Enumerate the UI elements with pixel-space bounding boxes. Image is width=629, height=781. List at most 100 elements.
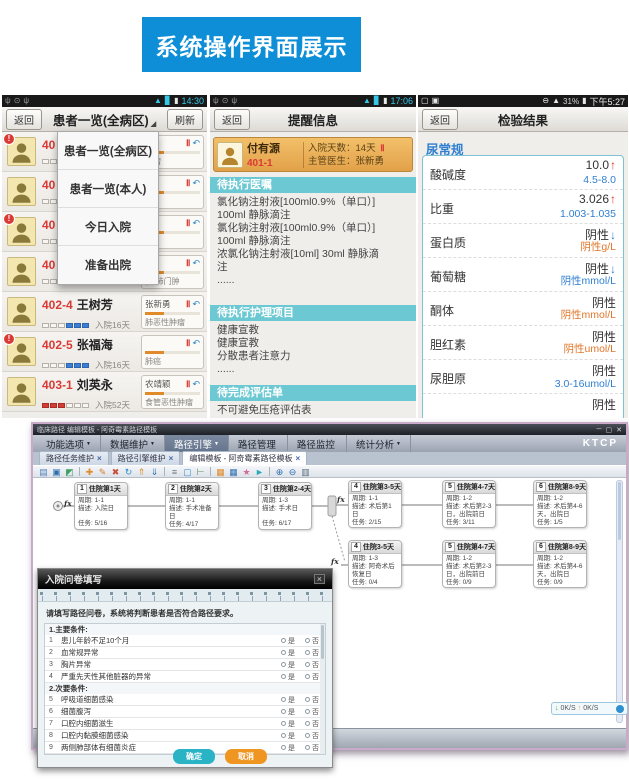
pathway-node[interactable]: 5住院第4-7天 周期: 1-2描述: 术后第2-3日，出院前日任务: 0/9 [442, 540, 496, 588]
yes-radio[interactable] [281, 662, 286, 667]
move-up-icon[interactable]: ⇑ [135, 466, 148, 478]
no-radio[interactable] [305, 674, 310, 679]
tree-icon[interactable]: ⊢ [194, 466, 207, 478]
yes-radio[interactable] [281, 650, 286, 655]
grid-edit-icon[interactable]: ▦ [227, 466, 240, 478]
pathway-box[interactable]: Ⅱ↶肺癌 [141, 335, 204, 369]
menu-function-options[interactable]: 功能选项▼ [37, 435, 101, 452]
dialog-scrollbar[interactable] [320, 624, 325, 754]
zoom-in-icon[interactable]: ⊕ [273, 466, 286, 478]
pathway-node[interactable]: 2住院第2天 周期: 1-1描述: 手术准备日任务: 4/17 [165, 482, 219, 530]
tab-edit-template[interactable]: 编辑模板 - 阿奇霉素路径模板× [182, 451, 307, 465]
back-button[interactable]: 返回 [6, 109, 42, 130]
yes-radio[interactable] [281, 674, 286, 679]
run-icon[interactable]: ► [253, 466, 266, 478]
node-desc: 描述: 手术日 [262, 505, 308, 513]
lab-row[interactable]: 比重 3.026↑ 1.003-1.035 [423, 190, 623, 224]
dialog-close-icon[interactable]: × [314, 574, 325, 584]
back-button[interactable]: 返回 [422, 109, 458, 130]
new-icon[interactable]: ▤ [37, 466, 50, 478]
menu-data-maintenance[interactable]: 数据维护▼ [101, 435, 165, 452]
menu-label: 路径引擎 [174, 437, 212, 451]
patient-row[interactable]: 403-1刘英永 入院52天 农靖颖Ⅱ↶食管恶性肿瘤 [2, 372, 207, 412]
delete-template-icon[interactable]: ✖ [109, 466, 122, 478]
tab-close-icon[interactable]: × [295, 454, 300, 463]
monitor-icon[interactable]: ▥ [299, 466, 312, 478]
cancel-button[interactable]: 取消 [225, 749, 267, 764]
tab-close-icon[interactable]: × [97, 454, 102, 463]
no-radio[interactable] [305, 697, 310, 702]
close-button[interactable]: ✕ [616, 426, 622, 434]
network-speed-widget[interactable]: ↓ 0K/S ↑ 0K/S [551, 702, 628, 715]
add-template-icon[interactable]: ✚ [83, 466, 96, 478]
menu-label: 路径监控 [297, 437, 335, 451]
pathway-node[interactable]: 3住院第2-4天 周期: 1-3描述: 手术日任务: 6/17 [258, 482, 312, 530]
minimize-button[interactable]: ─ [597, 426, 602, 433]
pathway-node[interactable]: 5住院第4-7天 周期: 1-2描述: 术后第2-3日，出院前日任务: 3/11 [442, 480, 496, 528]
no-radio[interactable] [305, 709, 310, 714]
grid-add-icon[interactable]: ▦ [214, 466, 227, 478]
lab-table: 酸碱度 10.0↑ 4.5-8.0 比重 3.026↑ 1.003-1.035 … [422, 155, 624, 418]
pathway-box[interactable]: 张新勇Ⅱ↶肺恶性肿瘤 [141, 295, 204, 329]
refresh-button[interactable]: 刷新 [167, 109, 203, 130]
yes-radio[interactable] [281, 638, 286, 643]
lab-row[interactable]: 酮体 阴性 阴性mmol/L [423, 292, 623, 326]
tab-close-icon[interactable]: × [169, 454, 174, 463]
pathway-box[interactable]: 农靖颖Ⅱ↶食管恶性肿瘤 [141, 375, 204, 409]
question-number: 3 [49, 661, 61, 668]
export-icon[interactable]: ◩ [63, 466, 76, 478]
pathway-node[interactable]: 4住院3-5天 周期: 1-3描述: 阿奇术后恢复日任务: 0/4 [348, 540, 402, 588]
zoom-out-icon[interactable]: ⊖ [286, 466, 299, 478]
node-desc: 描述: 术后第4-6天，出院日 [537, 563, 583, 579]
no-radio[interactable] [305, 650, 310, 655]
tab-path-engine[interactable]: 路径引擎维护× [111, 451, 181, 465]
move-down-icon[interactable]: ⇓ [148, 466, 161, 478]
menu-path-monitoring[interactable]: 路径监控 [288, 435, 347, 452]
node-task: 任务: 0/4 [352, 579, 398, 587]
no-radio[interactable] [305, 733, 310, 738]
select-icon[interactable]: ▢ [181, 466, 194, 478]
pathway-node[interactable]: 4住院第3-5天 周期: 1-1描述: 术后第1日任务: 2/15 [348, 480, 402, 528]
lab-row[interactable]: 胆红素 阴性 阴性umol/L [423, 326, 623, 360]
patient-card[interactable]: 付有源 401-1 入院天数：14天 Ⅱ 主管医生：张新勇 [213, 137, 413, 172]
menu-label: 数据维护 [110, 437, 148, 451]
pathway-node[interactable]: 6住院第8-9天 周期: 1-2描述: 术后第4-6天，出院日任务: 0/9 [533, 540, 587, 588]
lab-row[interactable]: 酸碱度 10.0↑ 4.5-8.0 [423, 156, 623, 190]
flag-icon[interactable]: ★ [240, 466, 253, 478]
dropdown-item-today-admitted[interactable]: 今日入院 [58, 208, 158, 246]
menu-path-engine[interactable]: 路径引擎▼ [165, 435, 229, 452]
upload-speed: 0K/S [583, 705, 598, 712]
pathway-node[interactable]: 1住院第1天 周期: 1-1描述: 入院日任务: 5/16 [74, 482, 128, 530]
menu-statistics[interactable]: 统计分析▼ [347, 435, 411, 452]
no-radio[interactable] [305, 721, 310, 726]
tab-path-task[interactable]: 路径任务维护× [39, 451, 109, 465]
edit-template-icon[interactable]: ✎ [96, 466, 109, 478]
maximize-button[interactable]: ▢ [606, 426, 613, 434]
canvas-scrollbar[interactable] [616, 480, 623, 723]
yes-radio[interactable] [281, 709, 286, 714]
no-radio[interactable] [305, 662, 310, 667]
yes-radio[interactable] [281, 733, 286, 738]
lab-row[interactable]: 尿胆原 阴性 3.0-16umol/L [423, 360, 623, 394]
yes-label: 是 [288, 660, 295, 670]
menu-path-management[interactable]: 路径管理 [229, 435, 288, 452]
back-button[interactable]: 返回 [214, 109, 250, 130]
dropdown-item-mine[interactable]: 患者一览(本人) [58, 170, 158, 208]
ok-button[interactable]: 确定 [173, 749, 215, 764]
list-icon[interactable]: ≡ [168, 466, 181, 478]
dropdown-item-all-wards[interactable]: 患者一览(全病区) [58, 132, 158, 170]
refresh-icon[interactable]: ↻ [122, 466, 135, 478]
diagnosis: 肺癌 [145, 356, 200, 367]
yes-radio[interactable] [281, 697, 286, 702]
lab-row[interactable]: 葡萄糖 阴性↓ 阴性mmol/L [423, 258, 623, 292]
save-icon[interactable]: ▣ [50, 466, 63, 478]
yes-radio[interactable] [281, 721, 286, 726]
dropdown-item-ready-discharge[interactable]: 准备出院 [58, 246, 158, 284]
lab-row[interactable]: 蛋白质 阴性↓ 阴性g/L [423, 224, 623, 258]
pathway-node[interactable]: 6住院第8-9天 周期: 1-2描述: 术后第4-6天，出院日任务: 1/5 [533, 480, 587, 528]
patient-row[interactable]: ! 402-5张福海 入院16天 Ⅱ↶肺癌 [2, 332, 207, 372]
lab-row[interactable]: 阴性 [423, 394, 623, 418]
screen-title[interactable]: 患者一览(全病区)◢ [46, 110, 163, 129]
no-radio[interactable] [305, 638, 310, 643]
patient-row[interactable]: 402-4王树芳 入院16天 张新勇Ⅱ↶肺恶性肿瘤 [2, 292, 207, 332]
